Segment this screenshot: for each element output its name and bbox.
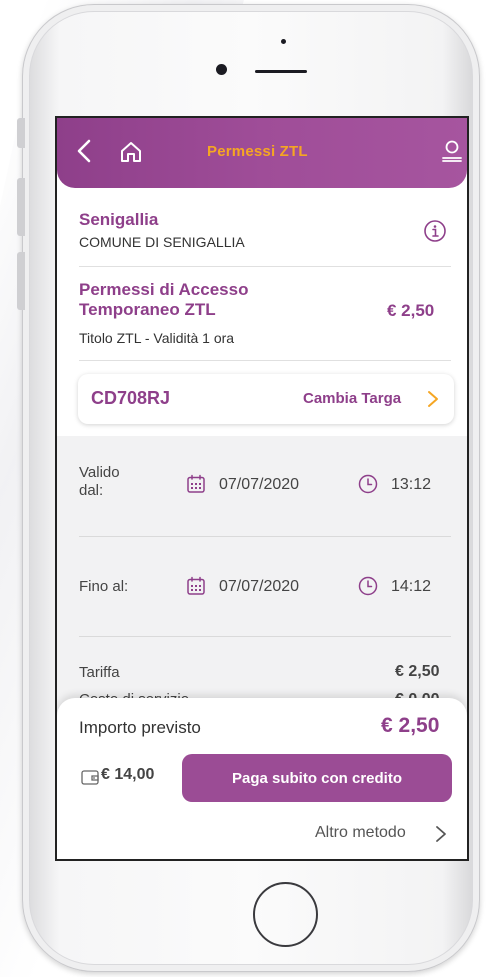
tariff-value: € 2,50 bbox=[395, 663, 440, 680]
permit-title-line2: Temporaneo ZTL bbox=[79, 300, 216, 319]
plate-card[interactable]: CD708RJ Cambia Targa bbox=[78, 374, 454, 424]
other-method-link[interactable]: Altro metodo bbox=[315, 824, 406, 842]
divider bbox=[79, 266, 451, 267]
earpiece-speaker bbox=[255, 70, 307, 73]
validity-section: Valido dal: 07/07/2020 13:12 Fino al: 07… bbox=[57, 436, 467, 726]
valid-from-date[interactable]: 07/07/2020 bbox=[219, 476, 299, 494]
mute-switch bbox=[17, 118, 25, 148]
home-icon[interactable] bbox=[119, 140, 143, 164]
app-header: Permessi ZTL bbox=[57, 118, 467, 188]
clock-icon[interactable] bbox=[358, 474, 378, 494]
comune-subtitle: COMUNE DI SENIGALLIA bbox=[79, 234, 245, 250]
front-camera bbox=[216, 64, 227, 75]
sensor-dot bbox=[281, 39, 286, 44]
volume-down-button bbox=[17, 252, 25, 310]
divider bbox=[79, 360, 451, 361]
tariff-label: Tariffa bbox=[79, 664, 120, 681]
user-icon[interactable] bbox=[441, 139, 463, 163]
valid-from-time[interactable]: 13:12 bbox=[391, 476, 431, 494]
divider bbox=[79, 536, 451, 537]
permit-details: Senigallia COMUNE DI SENIGALLIA Permessi… bbox=[57, 188, 467, 436]
valid-to-time[interactable]: 14:12 bbox=[391, 578, 431, 596]
valid-to-label: Fino al: bbox=[79, 578, 129, 595]
permit-title: Permessi di Accesso Temporaneo ZTL bbox=[79, 280, 319, 320]
pay-with-credit-button[interactable]: Paga subito con credito bbox=[182, 754, 452, 802]
home-hardware-button[interactable] bbox=[253, 882, 318, 947]
permit-title-line1: Permessi di Accesso bbox=[79, 280, 249, 299]
change-plate-link[interactable]: Cambia Targa bbox=[303, 390, 401, 407]
app-screen: Permessi ZTL Senigallia COMUNE DI SENIGA… bbox=[55, 116, 469, 861]
valid-to-date[interactable]: 07/07/2020 bbox=[219, 578, 299, 596]
plate-number: CD708RJ bbox=[91, 388, 171, 408]
valid-from-label-line1: Valido bbox=[79, 464, 120, 481]
calendar-icon[interactable] bbox=[186, 474, 206, 494]
chevron-right-icon[interactable] bbox=[427, 389, 439, 409]
valid-from-label-line2: dal: bbox=[79, 482, 104, 499]
info-icon[interactable] bbox=[423, 219, 447, 243]
permit-price: € 2,50 bbox=[387, 301, 435, 320]
payment-panel: Importo previsto € 2,50 € 14,00 Paga sub… bbox=[57, 698, 467, 859]
comune-name: Senigallia bbox=[79, 210, 159, 229]
amount-value: € 2,50 bbox=[381, 714, 440, 737]
wallet-icon bbox=[81, 770, 99, 785]
page-title: Permessi ZTL bbox=[207, 143, 308, 160]
amount-label: Importo previsto bbox=[79, 718, 201, 737]
permit-subtitle: Titolo ZTL - Validità 1 ora bbox=[79, 330, 235, 346]
divider bbox=[79, 636, 451, 637]
credit-balance: € 14,00 bbox=[101, 766, 155, 783]
chevron-right-icon[interactable] bbox=[435, 824, 447, 844]
calendar-icon[interactable] bbox=[186, 576, 206, 596]
clock-icon[interactable] bbox=[358, 576, 378, 596]
valid-from-label: Valido dal: bbox=[79, 464, 120, 500]
back-chevron-icon[interactable] bbox=[73, 138, 97, 164]
volume-up-button bbox=[17, 178, 25, 236]
